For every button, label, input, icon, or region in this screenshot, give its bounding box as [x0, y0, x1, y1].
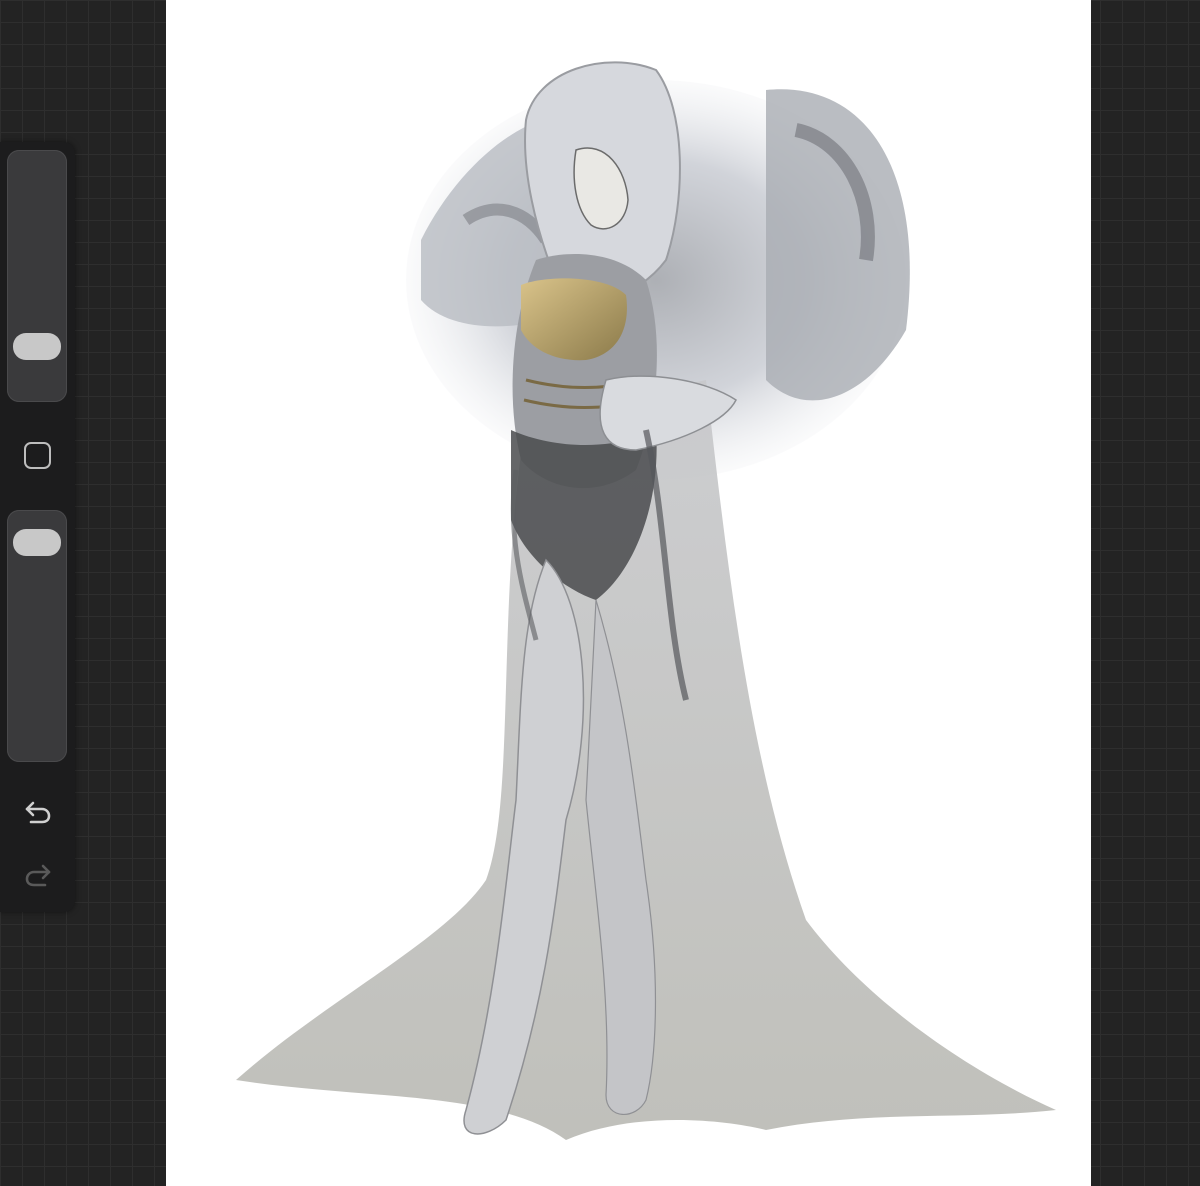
- undo-arrow-icon: [25, 801, 51, 824]
- brush-size-thumb[interactable]: [13, 333, 61, 360]
- undo-button[interactable]: [20, 794, 56, 830]
- drawing-canvas[interactable]: [166, 0, 1091, 1186]
- brush-sidebar: [0, 142, 75, 912]
- redo-button[interactable]: [20, 857, 56, 893]
- modify-button[interactable]: [20, 438, 54, 472]
- square-icon: [23, 441, 51, 469]
- brush-opacity-thumb[interactable]: [13, 529, 61, 556]
- brush-opacity-slider[interactable]: [7, 510, 67, 762]
- redo-arrow-icon: [25, 864, 51, 887]
- artwork-painting: [236, 61, 1056, 1140]
- gold-armor-shape: [521, 278, 627, 361]
- brush-size-slider[interactable]: [7, 150, 67, 402]
